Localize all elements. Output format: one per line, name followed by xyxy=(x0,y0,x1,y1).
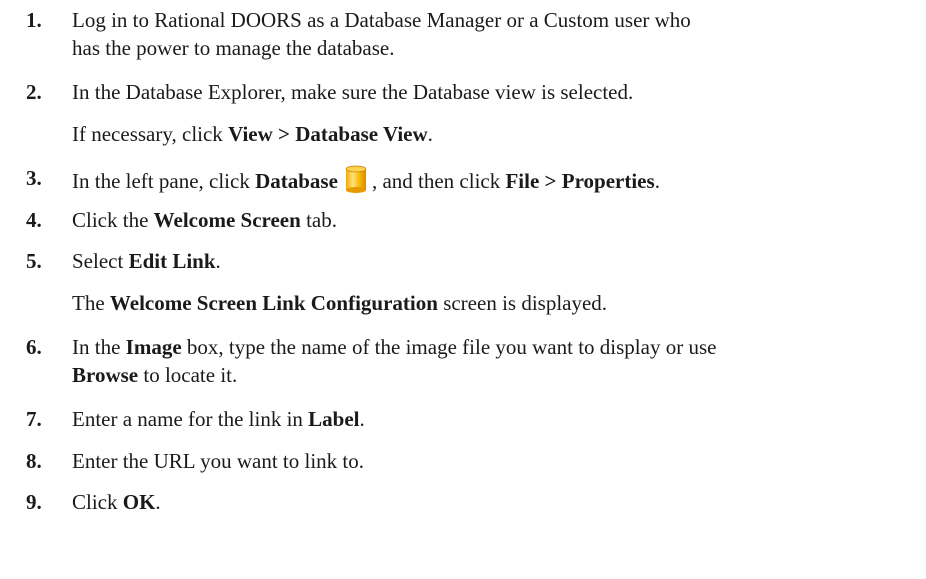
step-text-end: tab. xyxy=(300,208,337,232)
result-text-start: The xyxy=(72,291,110,315)
step-9: 9. Click OK. xyxy=(26,488,906,518)
step-text-start: Enter a name for the link in xyxy=(72,407,309,431)
step-number: 8. xyxy=(26,449,42,473)
step-2: 2. In the Database Explorer, make sure t… xyxy=(26,78,906,164)
step-number: 7. xyxy=(26,407,42,431)
step-number: 5. xyxy=(26,249,42,273)
step-text: Log in to Rational DOORS as a Database M… xyxy=(72,8,691,32)
step-text-end: . xyxy=(654,169,660,193)
step-text: Click the Welcome Screen tab. xyxy=(72,206,906,234)
step-8: 8. Enter the URL you want to link to. xyxy=(26,447,906,488)
step-text-end: . xyxy=(215,249,221,273)
step-7: 7. Enter a name for the link in Label. xyxy=(26,405,906,447)
step-text-end: box, type the name of the image file you… xyxy=(181,335,717,359)
step-number: 2. xyxy=(26,80,42,104)
step-result: The Welcome Screen Link Configuration sc… xyxy=(72,289,906,317)
step-text-end: . xyxy=(359,407,365,431)
ui-term-image: Image xyxy=(125,335,182,359)
step-6: 6. In the Image box, type the name of th… xyxy=(26,333,906,405)
step-number: 3. xyxy=(26,166,42,190)
database-icon xyxy=(344,164,368,201)
step-text-start: Click the xyxy=(72,208,154,232)
menu-path-view-database-view: View > Database View xyxy=(228,122,428,146)
ui-term-database: Database xyxy=(255,169,338,193)
note-text-end: . xyxy=(427,122,433,146)
menu-path-file-properties: File > Properties xyxy=(505,169,655,193)
step-text-middle: , and then click xyxy=(371,169,506,193)
step-text-continued: Browse to locate it. xyxy=(72,361,906,389)
step-text-start: In the left pane, click xyxy=(72,169,256,193)
result-text-end: screen is displayed. xyxy=(437,291,608,315)
step-text: Enter the URL you want to link to. xyxy=(72,449,365,473)
step-text-start: In the xyxy=(72,335,126,359)
step-text-end: . xyxy=(155,490,161,514)
step-text-start: Select xyxy=(72,249,129,273)
ui-term-edit-link: Edit Link xyxy=(128,249,216,273)
step-5: 5. Select Edit Link. The Welcome Screen … xyxy=(26,247,906,333)
step-number: 9. xyxy=(26,490,42,514)
step-text: In the left pane, click Database , and t… xyxy=(72,164,906,201)
step-text: Click OK. xyxy=(72,488,906,516)
step-text: Select Edit Link. xyxy=(72,247,906,275)
procedure-steps: 1. Log in to Rational DOORS as a Databas… xyxy=(26,6,906,518)
step-number: 6. xyxy=(26,335,42,359)
ui-term-welcome-screen: Welcome Screen xyxy=(153,208,301,232)
step-text-tail: to locate it. xyxy=(138,363,238,387)
ui-term-ok: OK xyxy=(122,490,156,514)
step-text-continued: has the power to manage the database. xyxy=(72,36,395,60)
step-text: In the Image box, type the name of the i… xyxy=(72,333,906,361)
step-number: 1. xyxy=(26,8,42,32)
ui-term-link-configuration: Welcome Screen Link Configuration xyxy=(109,291,438,315)
step-text: In the Database Explorer, make sure the … xyxy=(72,80,634,104)
step-3: 3. In the left pane, click Database , an… xyxy=(26,164,906,206)
step-text: Enter a name for the link in Label. xyxy=(72,405,906,433)
note-text: If necessary, click xyxy=(72,122,229,146)
ui-term-label: Label xyxy=(308,407,360,431)
step-text-start: Click xyxy=(72,490,123,514)
step-4: 4. Click the Welcome Screen tab. xyxy=(26,206,906,247)
ui-term-browse: Browse xyxy=(72,363,139,387)
step-note: If necessary, click View > Database View… xyxy=(72,120,906,148)
step-1: 1. Log in to Rational DOORS as a Databas… xyxy=(26,6,906,78)
step-number: 4. xyxy=(26,208,42,232)
